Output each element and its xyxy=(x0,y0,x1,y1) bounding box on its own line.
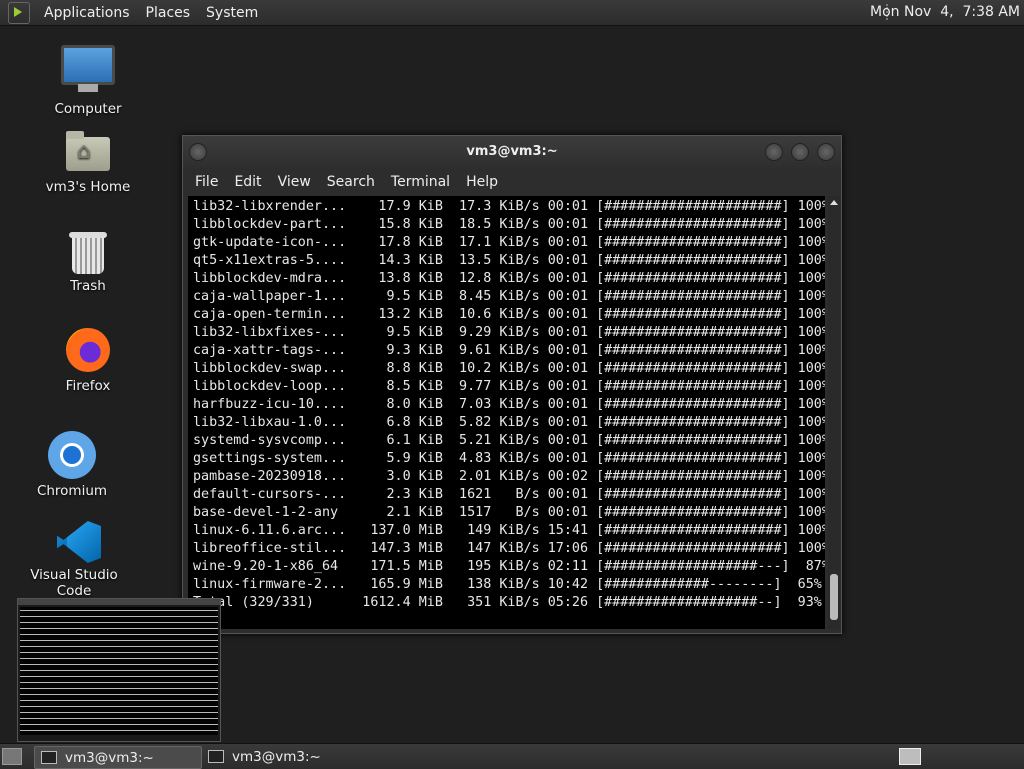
taskbar-item-label: vm3@vm3:~ xyxy=(232,748,321,765)
desktop-icon-home[interactable]: vm3's Home xyxy=(28,131,148,195)
menu-file[interactable]: File xyxy=(187,174,226,190)
desktop-icon-label: Chromium xyxy=(36,483,108,499)
terminal-text: lib32-libxrender... 17.9 KiB 17.3 KiB/s … xyxy=(193,199,825,610)
desktop-icon-trash[interactable]: Trash xyxy=(28,232,148,294)
desktop-icon-label: vm3's Home xyxy=(45,179,131,195)
firefox-icon xyxy=(66,328,110,372)
menu-terminal[interactable]: Terminal xyxy=(383,174,458,190)
desktop-icon-computer[interactable]: Computer xyxy=(28,45,148,117)
preview-content xyxy=(20,607,218,735)
desktop-icon-label: Trash xyxy=(70,278,106,294)
menu-help[interactable]: Help xyxy=(458,174,506,190)
preview-menubar xyxy=(18,599,220,605)
menu-view[interactable]: View xyxy=(270,174,319,190)
desktop-icon-firefox[interactable]: Firefox xyxy=(28,328,148,394)
scrollbar-thumb[interactable] xyxy=(830,574,838,620)
window-title: vm3@vm3:~ xyxy=(466,144,558,159)
system-menu[interactable]: System xyxy=(198,5,266,21)
terminal-icon xyxy=(208,750,224,763)
show-desktop-icon[interactable] xyxy=(2,748,22,765)
terminal-window[interactable]: vm3@vm3:~ File Edit View Search Terminal… xyxy=(182,135,842,634)
desktop-icon-chromium[interactable]: Chromium xyxy=(12,431,132,499)
terminal-output[interactable]: lib32-libxrender... 17.9 KiB 17.3 KiB/s … xyxy=(188,196,825,629)
window-titlebar[interactable]: vm3@vm3:~ xyxy=(183,136,841,168)
minimize-button[interactable] xyxy=(765,143,783,161)
home-folder-icon xyxy=(66,131,110,171)
chromium-icon xyxy=(48,431,96,479)
applications-menu[interactable]: Applications xyxy=(36,5,138,21)
desktop-icon-vscode[interactable]: Visual Studio Code xyxy=(14,521,134,599)
scroll-up-icon[interactable] xyxy=(830,200,838,205)
bottom-panel: vm3@vm3:~ vm3@vm3:~ xyxy=(0,743,1024,769)
menu-edit[interactable]: Edit xyxy=(226,174,269,190)
maximize-button[interactable] xyxy=(791,143,809,161)
terminal-icon xyxy=(41,751,57,764)
clock[interactable]: Mon Nov 4, 7:38 AM xyxy=(870,4,1020,20)
taskbar-item-terminal-2[interactable]: vm3@vm3:~ xyxy=(202,746,368,767)
vscode-icon xyxy=(53,521,95,563)
desktop-icon-label: Visual Studio Code xyxy=(30,567,118,599)
terminal-launcher-icon[interactable] xyxy=(8,1,30,24)
terminal-menubar: File Edit View Search Terminal Help xyxy=(183,168,841,196)
desktop-icon-label: Firefox xyxy=(65,378,111,394)
trash-icon xyxy=(69,232,107,274)
terminal-scrollbar[interactable] xyxy=(828,196,840,629)
taskbar-item-terminal-1[interactable]: vm3@vm3:~ xyxy=(34,746,202,769)
taskbar-item-label: vm3@vm3:~ xyxy=(65,749,154,766)
top-panel: Applications Places System Mon Nov 4, 7:… xyxy=(0,0,1024,26)
menu-search[interactable]: Search xyxy=(319,174,383,190)
places-menu[interactable]: Places xyxy=(138,5,199,21)
workspace-switcher[interactable] xyxy=(899,748,921,765)
computer-icon xyxy=(61,45,115,92)
window-preview-thumbnail xyxy=(17,598,221,742)
desktop-icon-label: Computer xyxy=(54,101,122,117)
close-button[interactable] xyxy=(817,143,835,161)
